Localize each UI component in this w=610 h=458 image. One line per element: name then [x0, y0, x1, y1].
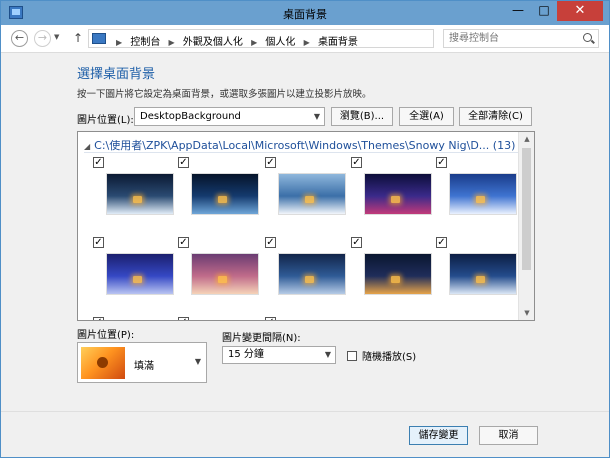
image-count: (13)	[492, 139, 516, 152]
collapse-triangle-icon[interactable]: ◢	[84, 142, 90, 151]
folder-group-header[interactable]: ◢ C:\使用者\ZPK\AppData\Local\Microsoft\Wind…	[84, 137, 520, 153]
desktop-background-window: 桌面背景 — □ ✕ ← → ▼ ↑ ▶ 控制台 ▶ 外觀及個人化 ▶ 個人化 …	[0, 0, 610, 458]
wallpaper-image[interactable]	[278, 253, 346, 295]
scroll-thumb[interactable]	[522, 148, 531, 270]
gallery-scrollbar[interactable]: ▲ ▼	[518, 132, 534, 320]
thumbnail-checkbox[interactable]: ✓	[351, 157, 362, 168]
thumbnail-checkbox[interactable]: ✓	[265, 317, 276, 320]
close-button[interactable]: ✕	[557, 1, 603, 21]
wallpaper-image[interactable]	[106, 253, 174, 295]
chevron-down-icon[interactable]: ▼	[195, 357, 201, 366]
thumbnail-checkbox[interactable]: ✓	[265, 237, 276, 248]
breadcrumb[interactable]: ▶ 控制台 ▶ 外觀及個人化 ▶ 個人化 ▶ 桌面背景 ▼ ↻	[88, 29, 515, 48]
wallpaper-thumbnail[interactable]: ✓	[435, 157, 517, 237]
picture-location-value: DesktopBackground	[140, 111, 241, 122]
wallpaper-thumbnail[interactable]: ✓	[177, 237, 259, 317]
cancel-button[interactable]: 取消	[479, 426, 538, 445]
minimize-button[interactable]: —	[505, 1, 531, 21]
thumbnail-checkbox[interactable]: ✓	[351, 237, 362, 248]
shuffle-checkbox[interactable]	[347, 351, 357, 361]
forward-arrow-icon[interactable]: →	[34, 30, 51, 47]
breadcrumb-separator-icon[interactable]: ▶	[169, 38, 175, 47]
wallpaper-thumbnail[interactable]: ✓	[92, 237, 174, 317]
wallpaper-thumbnail[interactable]: ✓	[264, 157, 346, 237]
picture-location-label: 圖片位置(L):	[77, 115, 134, 126]
change-interval-value: 15 分鐘	[228, 349, 264, 360]
wallpaper-thumbnail[interactable]: ✓	[264, 317, 342, 320]
picture-position-value: 填滿	[134, 361, 154, 372]
select-all-button[interactable]: 全選(A)	[399, 107, 454, 126]
breadcrumb-separator-icon[interactable]: ▶	[251, 38, 257, 47]
wallpaper-thumbnail[interactable]: ✓	[435, 237, 517, 317]
control-panel-path-icon	[92, 33, 106, 44]
breadcrumb-separator-icon[interactable]: ▶	[116, 38, 122, 47]
thumbnail-checkbox[interactable]: ✓	[178, 317, 189, 320]
thumbnail-checkbox[interactable]: ✓	[93, 157, 104, 168]
wallpaper-image[interactable]	[278, 173, 346, 215]
thumbnail-checkbox[interactable]: ✓	[93, 237, 104, 248]
fill-position-preview-icon	[81, 347, 125, 379]
clear-all-button[interactable]: 全部清除(C)	[459, 107, 532, 126]
wallpaper-image[interactable]	[364, 253, 432, 295]
wallpaper-thumbnail[interactable]: ✓	[92, 317, 170, 320]
wallpaper-thumbnail[interactable]: ✓	[350, 157, 432, 237]
scroll-down-arrow-icon[interactable]: ▼	[519, 306, 534, 320]
breadcrumb-item-desktop-background[interactable]: 桌面背景	[318, 37, 358, 48]
address-bar: ← → ▼ ↑ ▶ 控制台 ▶ 外觀及個人化 ▶ 個人化 ▶ 桌面背景 ▼ ↻	[1, 25, 609, 53]
thumbnail-checkbox[interactable]: ✓	[178, 157, 189, 168]
wallpaper-image[interactable]	[191, 253, 259, 295]
recent-locations-chevron-icon[interactable]: ▼	[54, 33, 59, 41]
dialog-footer: 儲存變更 取消	[1, 411, 609, 457]
search-icon[interactable]	[583, 33, 592, 42]
scroll-up-arrow-icon[interactable]: ▲	[519, 132, 534, 146]
wallpaper-image[interactable]	[449, 253, 517, 295]
picture-position-label: 圖片位置(P):	[77, 330, 135, 341]
folder-divider	[84, 152, 518, 153]
thumbnail-checkbox[interactable]: ✓	[93, 317, 104, 320]
change-interval-label: 圖片變更間隔(N):	[222, 333, 301, 344]
title-bar: 桌面背景 — □ ✕	[1, 1, 609, 25]
wallpaper-thumbnail[interactable]: ✓	[177, 317, 255, 320]
search-box[interactable]	[443, 29, 599, 48]
up-arrow-icon[interactable]: ↑	[73, 31, 83, 45]
page-title: 選擇桌面背景	[77, 67, 156, 82]
breadcrumb-items: ▶ 控制台 ▶ 外觀及個人化 ▶ 個人化 ▶ 桌面背景	[111, 33, 358, 48]
change-interval-select[interactable]: 15 分鐘 ▼	[222, 346, 336, 364]
instruction-text: 按一下圖片將它設定為桌面背景，或選取多張圖片以建立投影片放映。	[77, 89, 372, 100]
wallpaper-image[interactable]	[106, 173, 174, 215]
thumbnail-checkbox[interactable]: ✓	[265, 157, 276, 168]
breadcrumb-item-appearance[interactable]: 外觀及個人化	[183, 37, 243, 48]
wallpaper-thumbnail[interactable]: ✓	[350, 237, 432, 317]
browse-button[interactable]: 瀏覽(B)...	[331, 107, 393, 126]
wallpaper-image[interactable]	[191, 173, 259, 215]
thumbnail-checkbox[interactable]: ✓	[436, 157, 447, 168]
chevron-down-icon[interactable]: ▼	[325, 347, 331, 363]
save-changes-button[interactable]: 儲存變更	[409, 426, 468, 445]
back-arrow-icon[interactable]: ←	[11, 30, 28, 47]
chevron-down-icon[interactable]: ▼	[314, 108, 320, 125]
wallpaper-thumbnail[interactable]: ✓	[92, 157, 174, 237]
shuffle-label[interactable]: 隨機播放(S)	[362, 352, 416, 363]
shuffle-option[interactable]: 隨機播放(S)	[347, 348, 416, 363]
search-input[interactable]	[444, 30, 574, 47]
wallpaper-image[interactable]	[449, 173, 517, 215]
breadcrumb-item-control-panel[interactable]: 控制台	[130, 37, 160, 48]
thumbnail-checkbox[interactable]: ✓	[436, 237, 447, 248]
maximize-button[interactable]: □	[531, 1, 557, 21]
folder-path: C:\使用者\ZPK\AppData\Local\Microsoft\Windo…	[94, 139, 490, 152]
wallpaper-thumbnail[interactable]: ✓	[264, 237, 346, 317]
breadcrumb-separator-icon[interactable]: ▶	[304, 38, 310, 47]
picture-location-select[interactable]: DesktopBackground ▼	[134, 107, 325, 126]
picture-position-select[interactable]: 填滿 ▼	[77, 342, 207, 383]
breadcrumb-item-personalization[interactable]: 個人化	[265, 37, 295, 48]
wallpaper-gallery: ◢ C:\使用者\ZPK\AppData\Local\Microsoft\Wind…	[77, 131, 535, 321]
wallpaper-thumbnail[interactable]: ✓	[177, 157, 259, 237]
wallpaper-image[interactable]	[364, 173, 432, 215]
thumbnail-checkbox[interactable]: ✓	[178, 237, 189, 248]
